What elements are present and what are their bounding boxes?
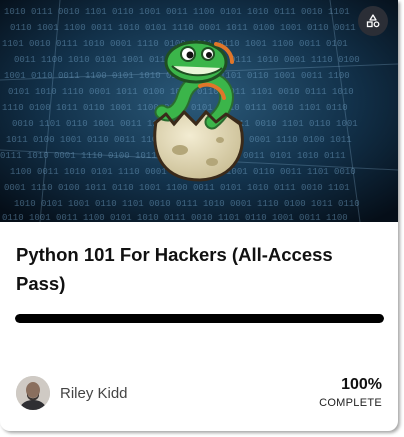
avatar-image xyxy=(16,376,50,410)
shapes-icon-button[interactable] xyxy=(358,6,388,36)
svg-text:0110 1001 0011 1100 0101 1010: 0110 1001 0011 1100 0101 1010 0111 0010 … xyxy=(2,213,348,222)
banner-image: 1010 0111 0010 1101 0110 1001 0011 1100 … xyxy=(0,0,398,222)
course-card[interactable]: 1010 0111 0010 1101 0110 1001 0011 1100 … xyxy=(0,0,398,431)
completion-percent: 100% xyxy=(341,376,382,393)
shapes-icon xyxy=(366,14,380,28)
progress-bar-fill xyxy=(15,314,384,323)
instructor[interactable]: Riley Kidd xyxy=(16,376,128,410)
instructor-name: Riley Kidd xyxy=(60,384,128,402)
completion-label: COMPLETE xyxy=(319,397,382,409)
svg-text:0001 1110 0100 1011 0110 1001: 0001 1110 0100 1011 0110 1001 1100 0011 … xyxy=(4,183,350,193)
completion-status: 100% COMPLETE xyxy=(319,375,382,411)
course-banner[interactable]: 1010 0111 0010 1101 0110 1001 0011 1100 … xyxy=(0,0,398,222)
svg-text:0110 1001 1100 0011 1010 0101: 0110 1001 1100 0011 1010 0101 1110 0001 … xyxy=(10,23,356,33)
course-title[interactable]: Python 101 For Hackers (All-Access Pass) xyxy=(16,240,386,298)
avatar xyxy=(16,376,50,410)
svg-text:1010 0101 1001 0110 1101 0010: 1010 0101 1001 0110 1101 0010 0111 1010 … xyxy=(14,199,360,209)
progress-bar xyxy=(15,314,384,323)
svg-text:1010 0111 0010 1101 0110 1001: 1010 0111 0010 1101 0110 1001 0011 1100 … xyxy=(4,7,350,17)
